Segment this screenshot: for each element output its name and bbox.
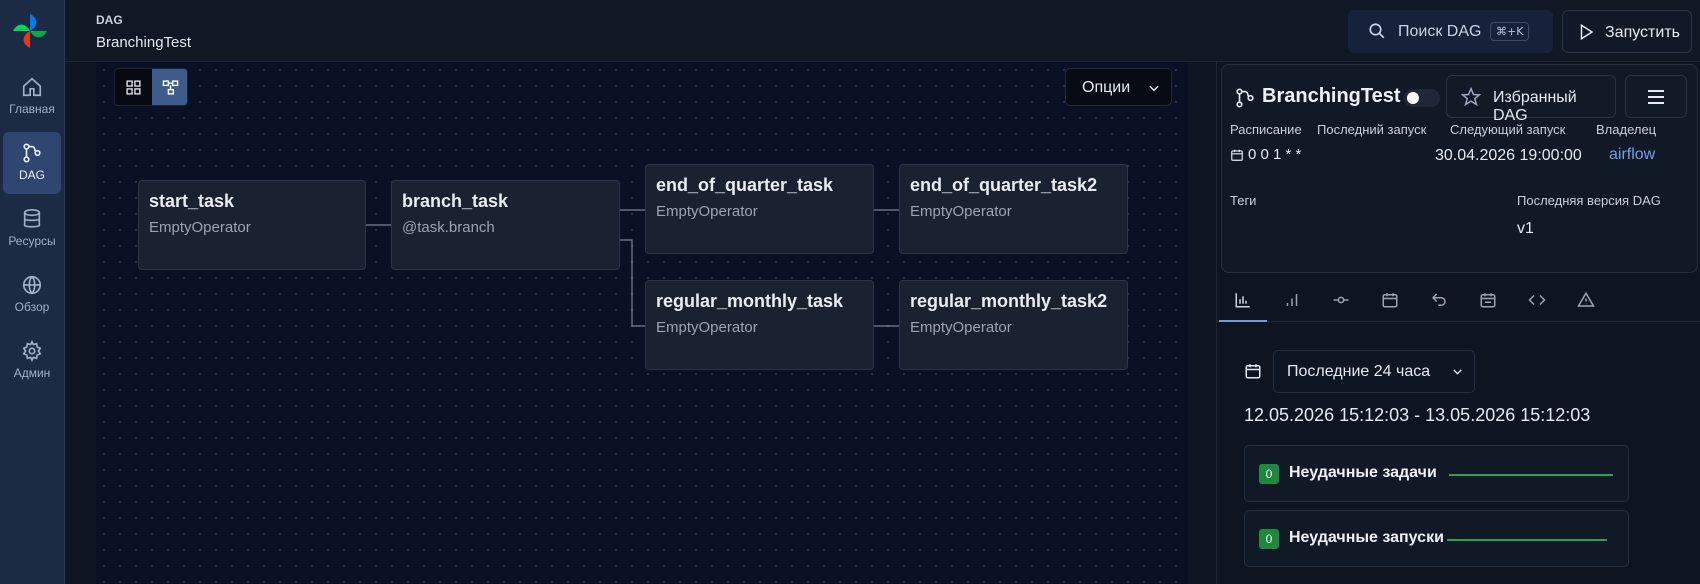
sidebar-item-overview[interactable]: Обзор bbox=[3, 264, 61, 326]
next-run-value: 30.04.2026 19:00:00 bbox=[1435, 147, 1582, 164]
sidebar-item-admin[interactable]: Админ bbox=[3, 330, 61, 392]
dag-title: BranchingTest bbox=[1262, 85, 1401, 107]
hamburger-icon bbox=[1648, 90, 1664, 104]
toggle-knob bbox=[1407, 92, 1419, 104]
owner-link[interactable]: airflow bbox=[1609, 146, 1655, 164]
failed-tasks-label: Неудачные задачи bbox=[1289, 464, 1437, 481]
task-node[interactable]: start_task EmptyOperator bbox=[138, 180, 366, 270]
tab-runs[interactable] bbox=[1268, 280, 1316, 322]
next-run-label: Следующий запуск bbox=[1450, 122, 1566, 137]
time-range-label: Последние 24 часа bbox=[1287, 363, 1431, 380]
edge-branch-monthly bbox=[620, 239, 645, 327]
graph-canvas[interactable]: Опции start_task EmptyOperator branch_ta… bbox=[96, 62, 1188, 584]
task-name: end_of_quarter_task2 bbox=[910, 175, 1098, 195]
tags-label: Теги bbox=[1230, 193, 1257, 208]
task-name: end_of_quarter_task bbox=[656, 175, 834, 195]
details-panel: BranchingTest Избранный DAG Расписание П… bbox=[1216, 62, 1700, 584]
task-operator: EmptyOperator bbox=[910, 319, 1012, 336]
version-label: Последняя версия DAG bbox=[1517, 193, 1661, 208]
chevron-down-icon bbox=[1453, 369, 1462, 375]
dag-icon bbox=[23, 143, 41, 163]
task-node[interactable]: regular_monthly_task2 EmptyOperator bbox=[899, 280, 1128, 370]
sidebar-item-label: DAG bbox=[18, 168, 45, 182]
signal-icon bbox=[1286, 294, 1298, 306]
count-badge: 0 bbox=[1259, 529, 1279, 549]
calendar-icon bbox=[1231, 149, 1243, 161]
database-icon bbox=[23, 209, 41, 228]
version-value: v1 bbox=[1517, 220, 1534, 237]
sidebar-item-label: Ресурсы bbox=[8, 234, 56, 248]
home-icon bbox=[22, 77, 42, 97]
time-range-text: 12.05.2026 15:12:03 - 13.05.2026 15:12:0… bbox=[1244, 405, 1591, 425]
schedule-label: Расписание bbox=[1230, 122, 1302, 137]
sidebar-item-home[interactable]: Главная bbox=[3, 66, 61, 128]
tab-overview[interactable] bbox=[1219, 280, 1267, 322]
calendar-icon bbox=[1245, 364, 1261, 379]
task-operator: EmptyOperator bbox=[656, 319, 758, 336]
page-title: BranchingTest bbox=[96, 34, 192, 51]
sidebar-item-resources[interactable]: Ресурсы bbox=[3, 198, 61, 260]
task-name: regular_monthly_task bbox=[656, 291, 844, 311]
tabs-bar bbox=[1217, 280, 1700, 322]
favorite-label: Избранный DAG bbox=[1493, 89, 1577, 124]
sidebar-item-label: Обзор bbox=[14, 300, 50, 314]
failed-runs-label: Неудачные запуски bbox=[1289, 529, 1444, 546]
task-node[interactable]: end_of_quarter_task EmptyOperator bbox=[645, 164, 874, 254]
task-operator: EmptyOperator bbox=[149, 219, 251, 236]
bar-chart-icon bbox=[1235, 293, 1250, 308]
tab-backfills[interactable] bbox=[1415, 280, 1463, 322]
gear-icon bbox=[22, 340, 42, 362]
dag-details-card: BranchingTest Избранный DAG Расписание П… bbox=[1221, 64, 1698, 273]
run-label: Запустить bbox=[1605, 24, 1680, 41]
undo-icon bbox=[1431, 293, 1446, 306]
task-name: start_task bbox=[149, 191, 235, 211]
failed-runs-card[interactable]: 0 Неудачные запуски bbox=[1244, 510, 1629, 567]
schedule-value: 0 0 1 * * bbox=[1248, 146, 1302, 163]
last-run-label: Последний запуск bbox=[1317, 122, 1427, 137]
sparkline bbox=[1447, 539, 1607, 541]
time-range-select[interactable]: Последние 24 часа bbox=[1273, 350, 1475, 393]
tab-warnings[interactable] bbox=[1562, 280, 1610, 322]
search-icon bbox=[1369, 23, 1385, 39]
calendar-check-icon bbox=[1480, 293, 1496, 308]
code-icon bbox=[1528, 294, 1546, 306]
task-operator: @task.branch bbox=[402, 219, 495, 236]
task-node[interactable]: end_of_quarter_task2 EmptyOperator bbox=[899, 164, 1128, 254]
task-node[interactable]: regular_monthly_task EmptyOperator bbox=[645, 280, 874, 370]
pause-toggle[interactable] bbox=[1404, 89, 1440, 107]
play-icon bbox=[1580, 23, 1594, 41]
tab-events[interactable] bbox=[1464, 280, 1512, 322]
globe-icon bbox=[22, 275, 42, 295]
sidebar-item-label: Главная bbox=[9, 102, 55, 116]
task-operator: EmptyOperator bbox=[910, 203, 1012, 220]
owner-label: Владелец bbox=[1596, 122, 1657, 137]
menu-button[interactable] bbox=[1625, 75, 1687, 118]
count-badge: 0 bbox=[1259, 464, 1279, 484]
sidebar-item-dag[interactable]: DAG bbox=[3, 132, 61, 194]
task-name: regular_monthly_task2 bbox=[910, 291, 1108, 311]
search-label: Поиск DAG bbox=[1398, 23, 1482, 40]
shortcut-badge: ⌘+K bbox=[1490, 22, 1530, 41]
calendar-icon bbox=[1382, 293, 1398, 308]
failed-tasks-card[interactable]: 0 Неудачные задачи bbox=[1244, 445, 1629, 502]
tab-code[interactable] bbox=[1513, 280, 1561, 322]
star-icon bbox=[1461, 87, 1481, 107]
tab-tasks[interactable] bbox=[1317, 280, 1365, 322]
breadcrumb[interactable]: DAG bbox=[96, 13, 123, 27]
tab-calendar[interactable] bbox=[1366, 280, 1414, 322]
task-name: branch_task bbox=[402, 191, 509, 211]
dag-icon bbox=[1236, 88, 1254, 108]
favorite-button[interactable]: Избранный DAG bbox=[1446, 75, 1616, 124]
sparkline bbox=[1449, 474, 1613, 476]
sidebar-item-label: Админ bbox=[13, 366, 51, 380]
commit-icon bbox=[1333, 296, 1349, 304]
trigger-run-button[interactable]: Запустить bbox=[1562, 10, 1692, 53]
task-operator: EmptyOperator bbox=[656, 203, 758, 220]
airflow-logo[interactable] bbox=[11, 12, 49, 50]
search-dag-button[interactable]: Поиск DAG ⌘+K bbox=[1348, 10, 1553, 53]
sidebar: Главная DAG Ресурсы Обзор Админ bbox=[0, 0, 65, 584]
task-node[interactable]: branch_task @task.branch bbox=[391, 180, 620, 270]
warning-icon bbox=[1577, 291, 1595, 307]
